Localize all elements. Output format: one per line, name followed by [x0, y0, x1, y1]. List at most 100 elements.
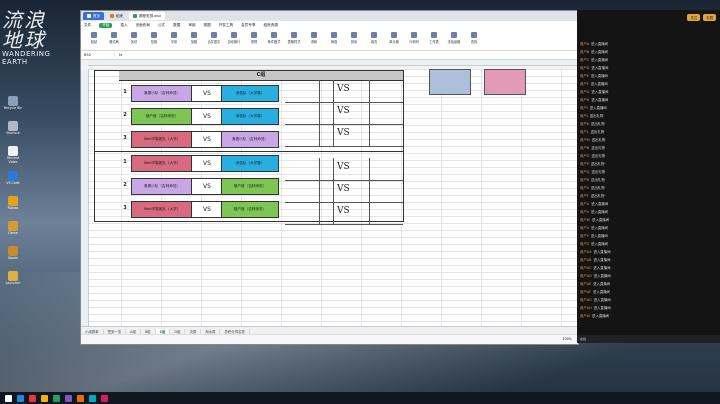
taskbar-app-icon[interactable] — [89, 394, 96, 402]
desktop-icon[interactable]: Roblox — [2, 196, 24, 218]
chat-username[interactable]: 用户AB — [580, 258, 591, 262]
team-right-cell[interactable]: 深蓝队（大学路） — [221, 155, 279, 172]
team-left-cell[interactable]: 奥德小队（吉林师范） — [131, 85, 193, 102]
chat-pill-button[interactable]: 关注 — [687, 13, 701, 21]
vs-cell[interactable]: VS — [191, 85, 223, 102]
score-cell[interactable] — [285, 202, 320, 224]
chat-username[interactable]: 用户AD — [580, 274, 592, 278]
vs-cell[interactable]: VS — [191, 155, 223, 172]
taskbar-app-icon[interactable] — [17, 394, 24, 402]
color-swatch-pink[interactable] — [484, 69, 526, 95]
chat-username[interactable]: 用户U — [580, 202, 589, 206]
ribbon-button[interactable]: 自动换行 — [224, 31, 244, 48]
score-cell[interactable] — [285, 180, 320, 202]
chat-username[interactable]: 用户S — [580, 186, 589, 190]
menu-item[interactable]: 开发工具 — [219, 23, 233, 28]
chat-username[interactable]: 用户F — [580, 82, 589, 86]
chat-username[interactable]: 用户O — [580, 154, 589, 158]
chat-username[interactable]: 用户D — [580, 66, 589, 70]
team-right-cell[interactable]: 猎户座（吉林师范） — [221, 178, 279, 195]
team-left-cell[interactable]: Web学霸团队（大学） — [131, 131, 193, 148]
ribbon-button[interactable]: 工作表 — [424, 31, 444, 48]
score-cell[interactable] — [319, 180, 334, 202]
team-left-cell[interactable]: 猎户座（吉林师范） — [131, 108, 193, 125]
menu-item[interactable]: 文件 — [84, 23, 91, 28]
desktop-icon[interactable]: Launcher — [2, 271, 24, 293]
score-cell[interactable] — [319, 102, 334, 124]
chat-username[interactable]: 用户AH — [580, 306, 592, 310]
taskbar-app-icon[interactable] — [53, 394, 60, 402]
chat-username[interactable]: 用户AG — [580, 298, 592, 302]
desktop-icon[interactable]: Tencent Video — [2, 146, 24, 168]
sheet-grid[interactable]: C组 1 奥德小队（吉林师范） VS 深蓝队（大学路） 2 猎户座（吉林师范） VS 深蓝队（… — [81, 69, 578, 327]
score-cell[interactable] — [285, 80, 320, 102]
ribbon-button[interactable]: 查找 — [464, 31, 484, 48]
ribbon-button[interactable]: 冻结窗格 — [444, 31, 464, 48]
chat-username[interactable]: 用户P — [580, 162, 589, 166]
menu-item[interactable]: 视图 — [204, 23, 211, 28]
sheet-tab[interactable]: 总积分排名表 — [220, 328, 250, 334]
chat-username[interactable]: 用户Q — [580, 170, 589, 174]
window-tab[interactable]: 赛程安排.xlsx — [129, 12, 166, 20]
ribbon-button[interactable]: 筛选 — [324, 31, 344, 48]
chat-username[interactable]: 用户M — [580, 138, 590, 142]
chat-username[interactable]: 用户C — [580, 58, 589, 62]
score-cell[interactable] — [319, 80, 334, 102]
chat-username[interactable]: 用户E — [580, 74, 589, 78]
score-cell[interactable] — [369, 102, 404, 124]
team-left-cell[interactable]: 奥德小队（吉林师范） — [131, 178, 193, 195]
chat-username[interactable]: 用户K — [580, 122, 589, 126]
chat-username[interactable]: 用户T — [580, 194, 589, 198]
desktop-icon[interactable]: VS Code — [2, 171, 24, 193]
chat-username[interactable]: 用户AE — [580, 282, 591, 286]
desktop-icon[interactable]: Shortcut — [2, 121, 24, 143]
ribbon-button[interactable]: 行和列 — [404, 31, 424, 48]
ribbon-button[interactable]: 格式刷 — [104, 31, 124, 48]
sheet-tab[interactable]: D组 — [170, 328, 186, 334]
menu-item[interactable]: 公式 — [158, 23, 165, 28]
vs-cell[interactable]: VS — [191, 201, 223, 218]
team-right-cell[interactable]: 奥德小队（吉林师范） — [221, 131, 279, 148]
chat-username[interactable]: 用户G — [580, 90, 589, 94]
team-right-cell[interactable]: 深蓝队（大学路） — [221, 85, 279, 102]
start-icon[interactable] — [5, 394, 12, 402]
taskbar-app-icon[interactable] — [29, 394, 36, 402]
chat-username[interactable]: 用户Y — [580, 234, 589, 238]
sheet-tab[interactable]: C组 — [155, 328, 171, 334]
score-cell[interactable] — [369, 180, 404, 202]
taskbar-app-icon[interactable] — [77, 394, 84, 402]
chat-username[interactable]: 用户AA — [580, 250, 592, 254]
sheet-tab[interactable]: A组 — [126, 328, 141, 334]
chat-username[interactable]: 用户A — [580, 42, 589, 46]
chat-username[interactable]: 用户W — [580, 218, 590, 222]
menu-item[interactable]: 审阅 — [188, 23, 195, 28]
menu-item[interactable]: 插入 — [120, 23, 127, 28]
team-right-cell[interactable]: 深蓝队（大学路） — [221, 108, 279, 125]
taskbar-app-icon[interactable] — [41, 394, 48, 402]
ribbon-button[interactable]: 表格样式 — [284, 31, 304, 48]
sheet-tab[interactable]: 小组赛单 — [81, 328, 104, 334]
menu-item[interactable]: 开始 — [99, 22, 113, 28]
sheet-tab[interactable]: B组 — [141, 328, 156, 334]
vs-cell[interactable]: VS — [191, 108, 223, 125]
chat-username[interactable]: 用户L — [580, 130, 589, 134]
chat-username[interactable]: 用户B — [580, 50, 589, 54]
chat-pill-button[interactable]: 礼物 — [703, 13, 716, 21]
ribbon-button[interactable]: 加粗 — [184, 31, 204, 48]
ribbon-button[interactable]: 常规 — [244, 31, 264, 48]
desktop-icon[interactable]: Recycle Bin — [2, 96, 24, 118]
ribbon-button[interactable]: 剪切 — [124, 31, 144, 48]
team-left-cell[interactable]: Web学霸团队（大学） — [131, 201, 193, 218]
score-cell[interactable] — [369, 158, 404, 180]
score-cell[interactable] — [285, 102, 320, 124]
score-cell[interactable] — [319, 202, 334, 224]
score-cell[interactable] — [319, 158, 334, 180]
ribbon-button[interactable]: 排序 — [344, 31, 364, 48]
ribbon-button[interactable]: 填充 — [364, 31, 384, 48]
chat-username[interactable]: 用户V — [580, 210, 589, 214]
chat-username[interactable]: 用户J — [580, 114, 588, 118]
chat-username[interactable]: 用户AF — [580, 290, 591, 294]
window-tab[interactable]: 稻壳 — [106, 12, 127, 20]
chat-username[interactable]: 用户X — [580, 226, 589, 230]
score-cell[interactable] — [319, 124, 334, 146]
